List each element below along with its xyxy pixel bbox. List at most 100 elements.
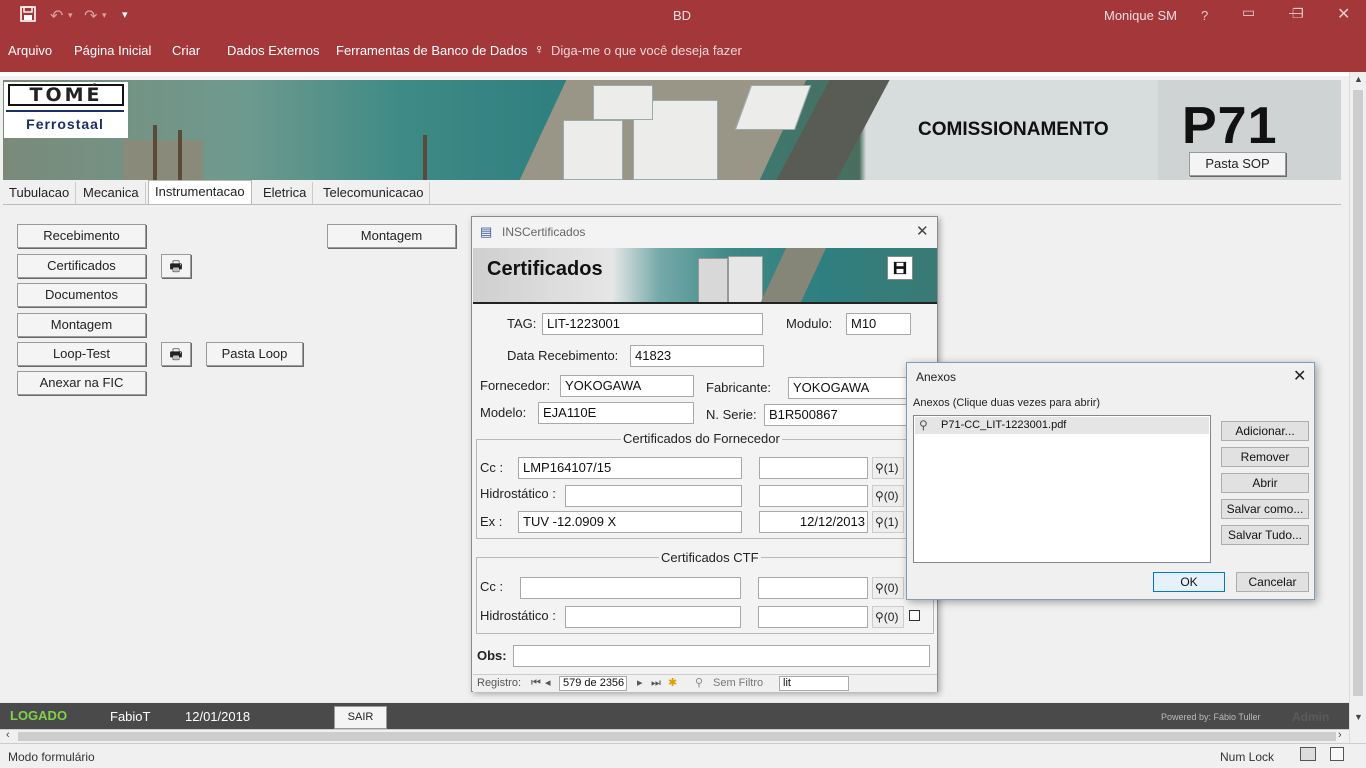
window-status-bar: Modo formulário Num Lock [0, 743, 1366, 768]
hidrostatico-ctf-field[interactable] [565, 606, 741, 628]
customize-toolbar-icon[interactable]: ▾ [122, 8, 128, 21]
attachment-list[interactable]: ⚲ P71-CC_LIT-1223001.pdf [913, 415, 1211, 563]
attachment-count: (0) [883, 489, 899, 503]
hidrostatico-ctf-date[interactable] [758, 606, 868, 628]
section-title: COMISSIONAMENTO [918, 119, 1109, 140]
form-view-icon[interactable] [1300, 747, 1316, 761]
vertical-scroll-thumb[interactable] [1353, 90, 1363, 696]
hidrostatico-ctf-attachment[interactable]: ⚲(0) [872, 606, 904, 628]
hidrostatico-fornecedor-field[interactable] [565, 485, 742, 507]
previous-record-icon[interactable]: ◂ [545, 675, 551, 692]
close-window-icon[interactable]: ✕ [1337, 4, 1350, 24]
nserie-field[interactable]: B1R500867 [764, 404, 918, 426]
loop-test-button[interactable]: Loop-Test [17, 342, 146, 366]
close-dialog-icon[interactable]: ✕ [1293, 366, 1306, 386]
obs-field[interactable] [513, 645, 930, 667]
tab-mecanica[interactable]: Mecanica [77, 182, 146, 204]
close-form-icon[interactable]: ✕ [916, 217, 929, 247]
filter-status[interactable]: Sem Filtro [713, 675, 763, 692]
cc-ctf-attachment[interactable]: ⚲(0) [872, 577, 904, 599]
certificados-button[interactable]: Certificados [17, 254, 146, 278]
nserie-label: N. Serie: [706, 407, 757, 422]
pasta-loop-button[interactable]: Pasta Loop [206, 342, 303, 366]
print-loop-test-button[interactable]: 🖶 [161, 342, 191, 366]
ok-button[interactable]: OK [1153, 572, 1225, 592]
last-record-icon[interactable]: ⏭ [651, 675, 661, 692]
scroll-down-icon[interactable]: ▼ [1354, 712, 1363, 722]
account-name[interactable]: Monique SM [1104, 8, 1177, 23]
menu-arquivo[interactable]: Arquivo [8, 43, 52, 58]
search-field[interactable]: lit [779, 676, 849, 691]
tag-field[interactable]: LIT-1223001 [542, 313, 763, 335]
adicionar-button[interactable]: Adicionar... [1221, 421, 1309, 441]
undo-dropdown-icon[interactable]: ▾ [68, 10, 73, 21]
cancelar-button[interactable]: Cancelar [1236, 572, 1309, 592]
save-icon[interactable] [20, 6, 36, 27]
salvar-tudo-button[interactable]: Salvar Tudo... [1221, 525, 1309, 545]
dialog-title: Anexos [916, 370, 957, 384]
scroll-up-icon[interactable]: ▲ [1354, 74, 1363, 84]
modelo-field[interactable]: EJA110E [538, 402, 694, 424]
ribbon-display-icon[interactable]: ▭ [1242, 4, 1255, 21]
layout-view-icon[interactable] [1330, 747, 1344, 761]
hidrostatico-label: Hidrostático : [480, 486, 556, 501]
anexar-fic-button[interactable]: Anexar na FIC [17, 371, 146, 395]
pasta-sop-button[interactable]: Pasta SOP [1189, 152, 1286, 176]
undo-icon[interactable]: ↶ [50, 6, 63, 26]
cc-fornecedor-attachment[interactable]: ⚲(1) [872, 457, 904, 479]
cc-ctf-field[interactable] [520, 577, 741, 599]
fabricante-field[interactable]: YOKOGAWA [788, 377, 918, 399]
ctf-checkbox[interactable] [909, 610, 920, 621]
first-record-icon[interactable]: ⏮ [531, 675, 541, 692]
list-item[interactable]: ⚲ P71-CC_LIT-1223001.pdf [915, 417, 1209, 434]
abrir-button[interactable]: Abrir [1221, 473, 1309, 493]
remover-button[interactable]: Remover [1221, 447, 1309, 467]
help-button[interactable]: ? [1201, 8, 1208, 23]
redo-dropdown-icon[interactable]: ▾ [102, 10, 107, 21]
redo-icon[interactable]: ↷ [84, 6, 97, 26]
tab-eletrica[interactable]: Eletrica [257, 182, 314, 204]
menu-criar[interactable]: Criar [172, 43, 200, 58]
ex-fornecedor-attachment[interactable]: ⚲(1) [872, 511, 904, 533]
form-save-button[interactable] [887, 256, 913, 280]
scroll-right-icon[interactable]: › [1338, 729, 1342, 741]
horizontal-scroll-thumb[interactable] [18, 732, 1336, 741]
paperclip-icon: ⚲ [875, 461, 884, 475]
ctf-certificates-legend: Certificados CTF [659, 550, 761, 565]
paperclip-icon: ⚲ [875, 610, 884, 624]
restore-icon[interactable]: ❐ [1292, 6, 1304, 22]
next-record-icon[interactable]: ▸ [637, 675, 643, 692]
montagem-button[interactable]: Montagem [17, 313, 146, 337]
record-position-field[interactable]: 579 de 2356 [559, 676, 627, 691]
modulo-label: Modulo: [786, 316, 833, 331]
cc-fornecedor-date[interactable] [759, 457, 868, 479]
sair-button[interactable]: SAIR [334, 706, 387, 729]
print-certificados-button[interactable]: 🖶 [161, 254, 191, 278]
cc-ctf-date[interactable] [758, 577, 868, 599]
hidrostatico-fornecedor-date[interactable] [759, 485, 868, 507]
recebimento-button[interactable]: Recebimento [17, 224, 146, 248]
hidrostatico-fornecedor-attachment[interactable]: ⚲(0) [872, 485, 904, 507]
ex-fornecedor-date[interactable]: 12/12/2013 [759, 511, 868, 533]
fornecedor-field[interactable]: YOKOGAWA [560, 375, 694, 397]
menu-pagina-inicial[interactable]: Página Inicial [74, 43, 151, 58]
paperclip-icon: ⚲ [875, 581, 884, 595]
vertical-scrollbar[interactable]: ▲ ▼ [1349, 72, 1366, 743]
tab-tubulacao[interactable]: Tubulacao [3, 182, 77, 204]
logged-status: LOGADO [10, 708, 68, 723]
montagem-right-button[interactable]: Montagem [327, 224, 456, 248]
documentos-button[interactable]: Documentos [17, 283, 146, 307]
data-recebimento-field[interactable]: 41823 [630, 345, 764, 367]
scroll-left-icon[interactable]: ‹ [6, 729, 10, 741]
modulo-field[interactable]: M10 [846, 313, 911, 335]
salvar-como-button[interactable]: Salvar como... [1221, 499, 1309, 519]
ex-fornecedor-field[interactable]: TUV -12.0909 X [518, 511, 742, 533]
horizontal-scrollbar[interactable]: ‹ › [0, 729, 1349, 743]
cc-fornecedor-field[interactable]: LMP164107/15 [518, 457, 742, 479]
menu-ferramentas[interactable]: Ferramentas de Banco de Dados [336, 43, 528, 58]
new-record-icon[interactable]: ✱ [668, 675, 677, 692]
tab-telecomunicacao[interactable]: Telecomunicacao [317, 182, 431, 204]
tell-me-search[interactable]: Diga-me o que você deseja fazer [551, 43, 742, 58]
menu-dados-externos[interactable]: Dados Externos [227, 43, 320, 58]
tab-instrumentacao[interactable]: Instrumentacao [148, 180, 252, 204]
